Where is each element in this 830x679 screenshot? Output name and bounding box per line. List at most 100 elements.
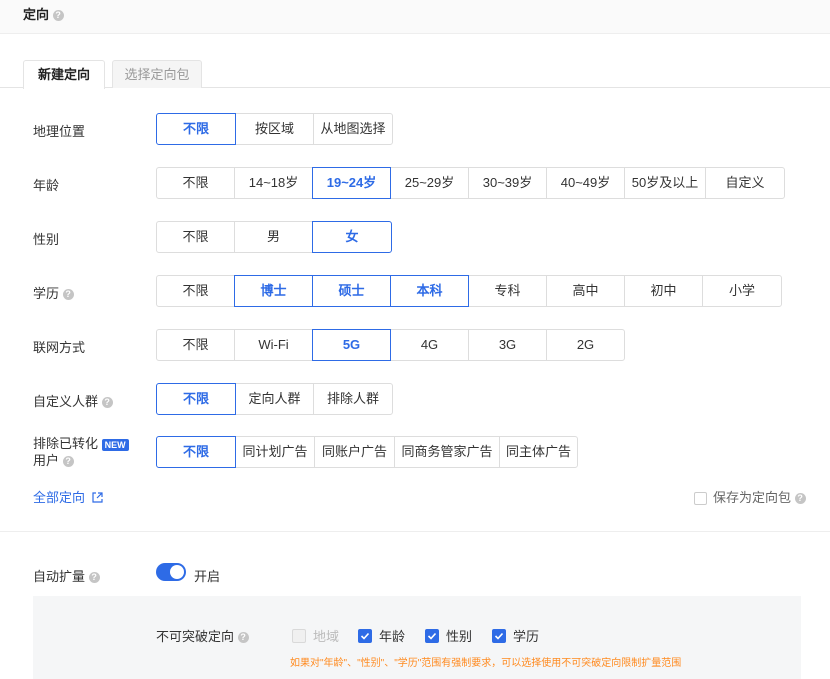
row-label-exclude-converted: 排除已转化 NEW 用户 ? xyxy=(33,435,129,469)
section-divider xyxy=(0,531,830,532)
auto-expand-label: 自动扩量 ? xyxy=(33,566,100,585)
new-badge: NEW xyxy=(101,438,129,451)
non-breakable-hint: 如果对"年龄"、"性别"、"学历"范围有强制要求，可以选择使用不可突破定向限制扩… xyxy=(290,658,682,669)
option-age-30-39[interactable]: 30~39岁 xyxy=(468,167,547,199)
help-icon[interactable]: ? xyxy=(88,572,100,584)
option-primary-school[interactable]: 小学 xyxy=(702,275,782,307)
option-doctorate[interactable]: 博士 xyxy=(234,275,313,307)
option-unlimited[interactable]: 不限 xyxy=(156,113,236,145)
auto-expand-toggle-text: 开启 xyxy=(194,569,221,584)
option-bachelor[interactable]: 本科 xyxy=(390,275,469,307)
help-icon[interactable]: ? xyxy=(62,289,74,301)
save-as-package-label: 保存为定向包 xyxy=(713,490,792,505)
checkbox-gender-label: 性别 xyxy=(446,629,473,644)
option-age-25-29[interactable]: 25~29岁 xyxy=(390,167,469,199)
option-exclude-audience[interactable]: 排除人群 xyxy=(313,383,393,415)
help-icon[interactable]: ? xyxy=(794,493,806,505)
age-options: 不限 14~18岁 19~24岁 25~29岁 30~39岁 40~49岁 50… xyxy=(156,167,785,199)
option-unlimited[interactable]: 不限 xyxy=(156,167,235,199)
save-as-package-checkbox[interactable]: 保存为定向包 ? xyxy=(694,487,806,506)
checkbox-box[interactable] xyxy=(358,628,372,643)
option-by-region[interactable]: 按区域 xyxy=(235,113,314,145)
check-icon xyxy=(360,632,370,640)
checkbox-education-label: 学历 xyxy=(513,629,540,644)
section-title: 定向 ? xyxy=(23,4,64,23)
row-label-education: 学历 ? xyxy=(33,283,74,302)
option-unlimited[interactable]: 不限 xyxy=(156,275,235,307)
checkbox-age-label: 年龄 xyxy=(379,629,406,644)
all-targeting-text: 全部定向 xyxy=(33,490,86,505)
education-options: 不限 博士 硕士 本科 专科 高中 初中 小学 xyxy=(156,275,782,307)
option-unlimited[interactable]: 不限 xyxy=(156,329,235,361)
option-female[interactable]: 女 xyxy=(312,221,392,253)
exclude-converted-options: 不限 同计划广告 同账户广告 同商务管家广告 同主体广告 xyxy=(156,436,578,468)
checkbox-region[interactable]: 地域 xyxy=(292,626,339,645)
option-same-account-ads[interactable]: 同账户广告 xyxy=(314,436,395,468)
external-link-icon xyxy=(92,492,103,503)
option-unlimited[interactable]: 不限 xyxy=(156,221,235,253)
checkbox-box[interactable] xyxy=(425,628,439,643)
option-age-40-49[interactable]: 40~49岁 xyxy=(546,167,625,199)
gender-options: 不限 男 女 xyxy=(156,221,392,253)
help-icon[interactable]: ? xyxy=(237,632,249,644)
option-age-19-24[interactable]: 19~24岁 xyxy=(312,167,391,199)
row-label-network: 联网方式 xyxy=(33,340,86,355)
row-label-users-text: 用户 xyxy=(33,453,60,468)
option-4g[interactable]: 4G xyxy=(390,329,469,361)
row-label-education-text: 学历 xyxy=(33,286,60,301)
option-male[interactable]: 男 xyxy=(234,221,313,253)
custom-audience-options: 不限 定向人群 排除人群 xyxy=(156,383,393,415)
option-high-school[interactable]: 高中 xyxy=(546,275,625,307)
option-age-14-18[interactable]: 14~18岁 xyxy=(234,167,313,199)
non-breakable-label-text: 不可突破定向 xyxy=(156,629,235,644)
checkbox-education[interactable]: 学历 xyxy=(492,626,539,645)
help-icon[interactable]: ? xyxy=(62,456,74,468)
tab-select-package[interactable]: 选择定向包 xyxy=(112,60,202,88)
option-age-custom[interactable]: 自定义 xyxy=(705,167,785,199)
section-header: 定向 ? xyxy=(0,0,830,34)
row-label-custom-audience: 自定义人群 ? xyxy=(33,391,113,410)
auto-expand-toggle[interactable] xyxy=(156,563,186,581)
option-target-audience[interactable]: 定向人群 xyxy=(235,383,314,415)
option-same-entity-ads[interactable]: 同主体广告 xyxy=(499,436,578,468)
option-from-map[interactable]: 从地图选择 xyxy=(313,113,393,145)
checkbox-box[interactable] xyxy=(694,492,707,506)
option-middle-school[interactable]: 初中 xyxy=(624,275,703,307)
row-label-age: 年龄 xyxy=(33,178,60,193)
toggle-knob xyxy=(170,565,184,579)
row-label-line2: 用户 ? xyxy=(33,452,129,469)
option-3g[interactable]: 3G xyxy=(468,329,547,361)
check-icon xyxy=(427,632,437,640)
checkbox-box[interactable] xyxy=(492,628,506,643)
network-options: 不限 Wi-Fi 5G 4G 3G 2G xyxy=(156,329,625,361)
checkbox-region-label: 地域 xyxy=(313,629,340,644)
option-age-50-plus[interactable]: 50岁及以上 xyxy=(624,167,706,199)
option-unlimited[interactable]: 不限 xyxy=(156,383,236,415)
checkbox-gender[interactable]: 性别 xyxy=(425,626,472,645)
non-breakable-label: 不可突破定向 ? xyxy=(156,626,249,645)
row-label-line1: 排除已转化 NEW xyxy=(33,435,129,452)
option-unlimited[interactable]: 不限 xyxy=(156,436,236,468)
tab-bar: 新建定向 选择定向包 xyxy=(0,60,830,89)
option-college[interactable]: 专科 xyxy=(468,275,547,307)
option-same-business-manager-ads[interactable]: 同商务管家广告 xyxy=(394,436,500,468)
check-icon xyxy=(494,632,504,640)
help-icon[interactable]: ? xyxy=(101,397,113,409)
all-targeting-link[interactable]: 全部定向 xyxy=(33,487,103,506)
option-5g[interactable]: 5G xyxy=(312,329,391,361)
section-title-text: 定向 xyxy=(23,7,50,22)
checkbox-age[interactable]: 年龄 xyxy=(358,626,405,645)
option-2g[interactable]: 2G xyxy=(546,329,625,361)
row-label-exclude-converted-text: 排除已转化 xyxy=(33,436,99,451)
checkbox-box[interactable] xyxy=(292,628,306,643)
help-icon[interactable]: ? xyxy=(52,10,64,22)
auto-expand-label-text: 自动扩量 xyxy=(33,569,86,584)
option-same-plan-ads[interactable]: 同计划广告 xyxy=(235,436,315,468)
location-options: 不限 按区域 从地图选择 xyxy=(156,113,393,145)
row-label-location: 地理位置 xyxy=(33,124,86,139)
row-label-gender: 性别 xyxy=(33,232,60,247)
option-master[interactable]: 硕士 xyxy=(312,275,391,307)
row-label-custom-audience-text: 自定义人群 xyxy=(33,394,99,409)
tab-new-targeting[interactable]: 新建定向 xyxy=(23,60,105,89)
option-wifi[interactable]: Wi-Fi xyxy=(234,329,313,361)
